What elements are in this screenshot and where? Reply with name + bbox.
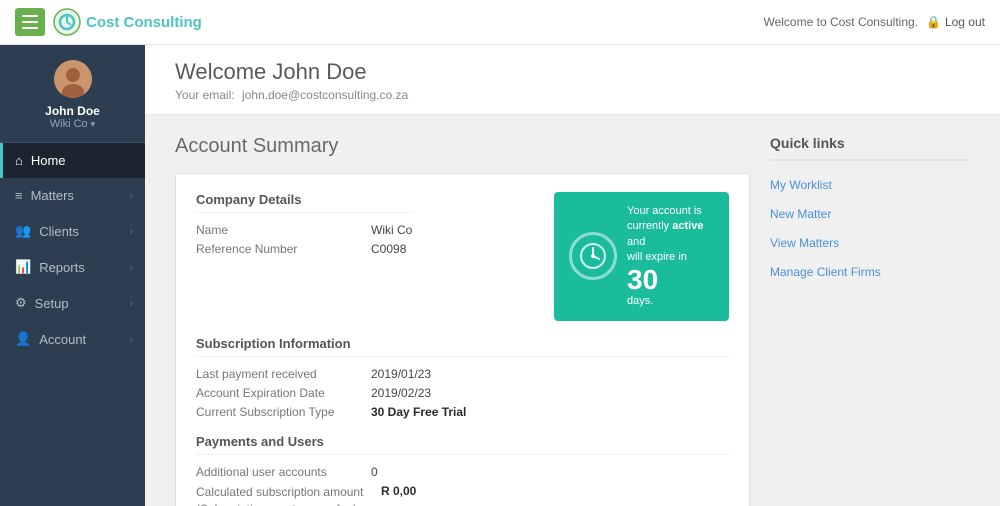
expiry-row: Account Expiration Date 2019/02/23: [196, 386, 729, 400]
user-name: John Doe: [45, 104, 100, 118]
logout-icon: 🔒: [926, 15, 941, 29]
sub-type-label: Current Subscription Type: [196, 405, 371, 419]
content-area: Account Summary Company Details Name Wik…: [145, 115, 1000, 506]
name-value: Wiki Co: [371, 223, 412, 237]
page-title: Welcome John Doe: [175, 59, 970, 85]
user-company-label: Wiki Co: [50, 118, 88, 130]
welcome-message: Welcome to Cost Consulting.: [763, 15, 918, 29]
last-payment-row: Last payment received 2019/01/23: [196, 367, 729, 381]
clients-chevron-icon: ›: [130, 226, 133, 237]
logout-label: Log out: [945, 15, 985, 29]
sidebar-item-matters[interactable]: ≡ Matters ›: [0, 178, 145, 213]
subscription-section: Subscription Information Last payment re…: [196, 336, 729, 419]
ref-label: Reference Number: [196, 242, 371, 256]
status-days-label: days.: [627, 294, 714, 309]
sub-amount-value: R 0,00: [381, 484, 416, 506]
account-icon: 👤: [15, 331, 31, 347]
main-panel: Account Summary Company Details Name Wik…: [175, 135, 750, 506]
page-header: Welcome John Doe Your email: john.doe@co…: [145, 45, 1000, 115]
company-details-section: Company Details Name Wiki Co Reference N…: [196, 192, 412, 261]
logout-button[interactable]: 🔒 Log out: [926, 15, 985, 29]
sub-amount-label: Calculated subscription amount (Subscrip…: [196, 484, 371, 506]
payments-users-title: Payments and Users: [196, 434, 729, 455]
status-widget: Your account is currently active and wil…: [554, 192, 729, 321]
additional-accounts-value: 0: [371, 465, 378, 479]
clients-icon: 👥: [15, 223, 31, 239]
quick-link-manage-client-firms[interactable]: Manage Client Firms: [770, 258, 970, 287]
status-active-prefix: currently: [627, 220, 672, 232]
main-content: Welcome John Doe Your email: john.doe@co…: [145, 45, 1000, 506]
sub-amount-row: Calculated subscription amount (Subscrip…: [196, 484, 729, 506]
avatar: [54, 60, 92, 98]
sidebar-item-account-label: Account: [39, 332, 86, 347]
matters-chevron-icon: ›: [130, 190, 133, 201]
reports-icon: 📊: [15, 259, 31, 275]
logo-icon: [53, 8, 81, 36]
sidebar-item-home-label: Home: [31, 153, 66, 168]
company-details-title: Company Details: [196, 192, 412, 213]
company-ref-row: Reference Number C0098: [196, 242, 412, 256]
email-label: Your email:: [175, 88, 235, 102]
sidebar-item-clients-label: Clients: [39, 224, 79, 239]
matters-icon: ≡: [15, 188, 23, 203]
summary-card-top-row: Company Details Name Wiki Co Reference N…: [196, 192, 729, 321]
topbar-right: Welcome to Cost Consulting. 🔒 Log out: [763, 15, 985, 29]
logo-teal: Consulting: [124, 14, 202, 31]
layout: John Doe Wiki Co ▾ ⌂ Home ≡ Matters › 👥 …: [0, 45, 1000, 506]
sidebar-item-account[interactable]: 👤 Account ›: [0, 321, 145, 357]
status-line2: currently active and: [627, 219, 714, 250]
subscription-title: Subscription Information: [196, 336, 729, 357]
expiry-label: Account Expiration Date: [196, 386, 371, 400]
status-text: Your account is currently active and wil…: [627, 204, 714, 309]
sidebar-item-reports[interactable]: 📊 Reports ›: [0, 249, 145, 285]
logo-gray: Cost: [86, 14, 124, 31]
home-icon: ⌂: [15, 153, 23, 168]
sidebar-item-home[interactable]: ⌂ Home: [0, 143, 145, 178]
clock-icon: [569, 232, 617, 280]
quick-link-my-worklist[interactable]: My Worklist: [770, 171, 970, 200]
sidebar-item-matters-label: Matters: [31, 188, 74, 203]
sidebar-item-setup-label: Setup: [35, 296, 69, 311]
user-company[interactable]: Wiki Co ▾: [50, 118, 95, 130]
additional-accounts-row: Additional user accounts 0: [196, 465, 729, 479]
sub-type-row: Current Subscription Type 30 Day Free Tr…: [196, 405, 729, 419]
sidebar-item-setup[interactable]: ⚙ Setup ›: [0, 285, 145, 321]
reports-chevron-icon: ›: [130, 262, 133, 273]
status-line1: Your account is: [627, 204, 714, 219]
last-payment-label: Last payment received: [196, 367, 371, 381]
account-summary-title: Account Summary: [175, 135, 750, 158]
hamburger-button[interactable]: [15, 8, 45, 36]
setup-icon: ⚙: [15, 295, 27, 311]
last-payment-value: 2019/01/23: [371, 367, 431, 381]
additional-accounts-label: Additional user accounts: [196, 465, 371, 479]
account-chevron-icon: ›: [130, 334, 133, 345]
expiry-value: 2019/02/23: [371, 386, 431, 400]
setup-chevron-icon: ›: [130, 298, 133, 309]
company-chevron-icon: ▾: [91, 119, 96, 130]
status-active-word: active: [672, 220, 703, 232]
sidebar-item-reports-label: Reports: [39, 260, 85, 275]
user-section: John Doe Wiki Co ▾: [0, 45, 145, 143]
topbar-left: Cost Consulting: [15, 8, 202, 36]
company-name-row: Name Wiki Co: [196, 223, 412, 237]
sidebar-item-clients[interactable]: 👥 Clients ›: [0, 213, 145, 249]
status-days: 30: [627, 266, 714, 294]
summary-card: Company Details Name Wiki Co Reference N…: [175, 173, 750, 506]
topbar: Cost Consulting Welcome to Cost Consulti…: [0, 0, 1000, 45]
name-label: Name: [196, 223, 371, 237]
sidebar: John Doe Wiki Co ▾ ⌂ Home ≡ Matters › 👥 …: [0, 45, 145, 506]
quick-links-title: Quick links: [770, 135, 970, 161]
sub-type-value: 30 Day Free Trial: [371, 405, 466, 419]
ref-value: C0098: [371, 242, 406, 256]
payments-users-section: Payments and Users Additional user accou…: [196, 434, 729, 506]
status-active-suffix: and: [627, 236, 645, 248]
page-subtitle: Your email: john.doe@costconsulting.co.z…: [175, 88, 970, 102]
right-panel: Quick links My Worklist New Matter View …: [770, 135, 970, 506]
email-value: john.doe@costconsulting.co.za: [242, 88, 408, 102]
quick-link-view-matters[interactable]: View Matters: [770, 229, 970, 258]
logo-area: Cost Consulting: [53, 8, 202, 36]
quick-link-new-matter[interactable]: New Matter: [770, 200, 970, 229]
logo-text: Cost Consulting: [86, 14, 202, 31]
